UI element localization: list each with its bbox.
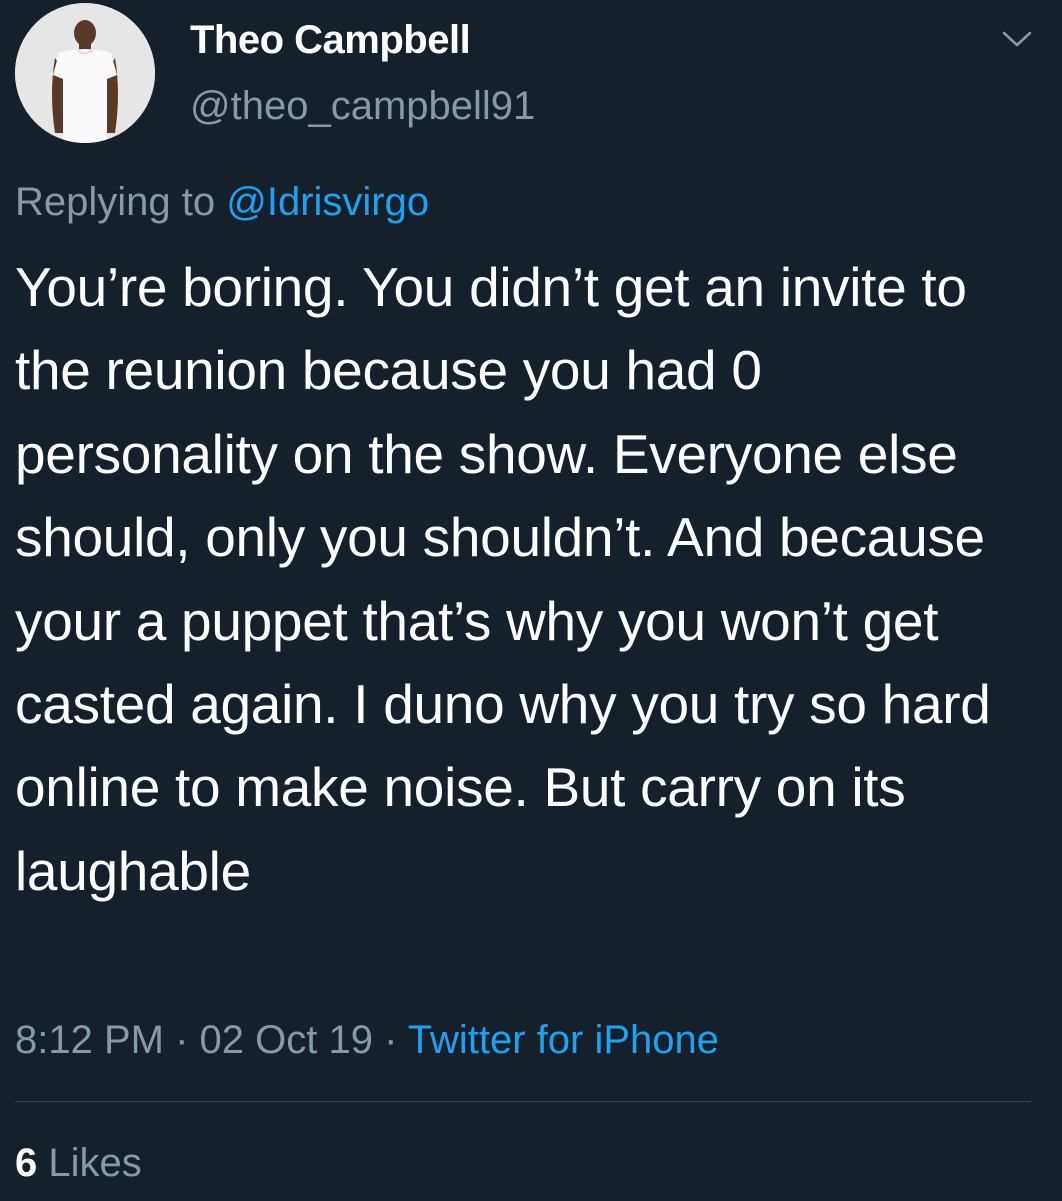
likes-label: Likes bbox=[37, 1141, 142, 1185]
divider bbox=[15, 1101, 1031, 1102]
replying-to-label: Replying to bbox=[15, 180, 227, 224]
tweet-time: 8:12 PM bbox=[15, 1018, 164, 1062]
mention-link[interactable]: @Idrisvirgo bbox=[226, 180, 429, 224]
tweet-text: You’re boring. You didn’t get an invite … bbox=[15, 256, 1006, 902]
likes-stat[interactable]: 6 Likes bbox=[15, 1137, 142, 1189]
meta-separator: · bbox=[372, 1018, 408, 1062]
likes-count: 6 bbox=[15, 1141, 38, 1185]
tweet-source-link[interactable]: Twitter for iPhone bbox=[408, 1018, 719, 1062]
chevron-down-icon[interactable] bbox=[1000, 26, 1034, 52]
tweet-date: 02 Oct 19 bbox=[199, 1018, 373, 1062]
avatar[interactable] bbox=[15, 3, 155, 143]
tweet-meta: 8:12 PM · 02 Oct 19 · Twitter for iPhone bbox=[15, 1014, 719, 1066]
user-handle[interactable]: @theo_campbell91 bbox=[190, 80, 535, 132]
display-name[interactable]: Theo Campbell bbox=[190, 14, 471, 66]
avatar-photo bbox=[15, 3, 155, 143]
replying-to: Replying to @Idrisvirgo bbox=[15, 176, 429, 228]
meta-separator: · bbox=[163, 1018, 200, 1062]
